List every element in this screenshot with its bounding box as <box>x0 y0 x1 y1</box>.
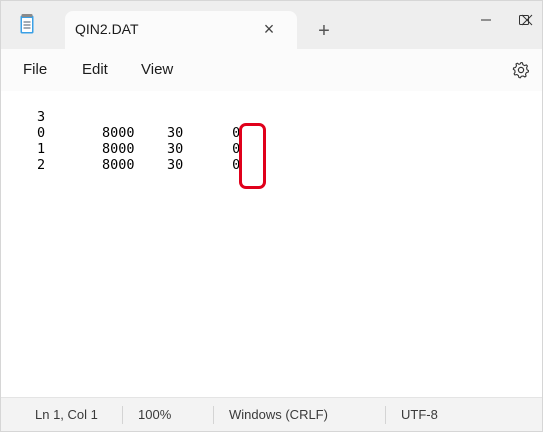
tab-qin2-dat[interactable]: QIN2.DAT × <box>65 11 297 49</box>
tab-title: QIN2.DAT <box>75 21 139 37</box>
status-bar: Ln 1, Col 1 100% Windows (CRLF) UTF-8 <box>1 397 542 431</box>
status-zoom[interactable]: 100% <box>138 407 171 422</box>
status-encoding[interactable]: UTF-8 <box>401 407 438 422</box>
menu-bar: File Edit View <box>1 49 542 91</box>
minimize-icon[interactable] <box>471 9 501 31</box>
menu-edit[interactable]: Edit <box>82 61 108 78</box>
menu-file[interactable]: File <box>23 61 47 78</box>
highlight-annotation <box>239 123 266 189</box>
status-divider <box>385 406 386 424</box>
text-editor[interactable]: 3 0 8000 30 0 1 8000 30 0 2 8000 30 0 <box>1 91 542 397</box>
menu-view[interactable]: View <box>141 61 173 78</box>
notepad-icon <box>20 14 34 34</box>
status-line-endings[interactable]: Windows (CRLF) <box>229 407 328 422</box>
status-cursor-position: Ln 1, Col 1 <box>35 407 98 422</box>
close-tab-icon[interactable]: × <box>257 17 281 41</box>
status-divider <box>213 406 214 424</box>
status-divider <box>122 406 123 424</box>
gear-icon[interactable] <box>511 60 531 80</box>
new-tab-button[interactable]: + <box>311 18 337 44</box>
notepad-window: QIN2.DAT × + File Edit View 3 0 8000 30 … <box>0 0 543 432</box>
close-icon[interactable] <box>512 9 542 31</box>
editor-content[interactable]: 3 0 8000 30 0 1 8000 30 0 2 8000 30 0 <box>37 109 240 173</box>
title-bar: QIN2.DAT × + <box>1 1 542 49</box>
